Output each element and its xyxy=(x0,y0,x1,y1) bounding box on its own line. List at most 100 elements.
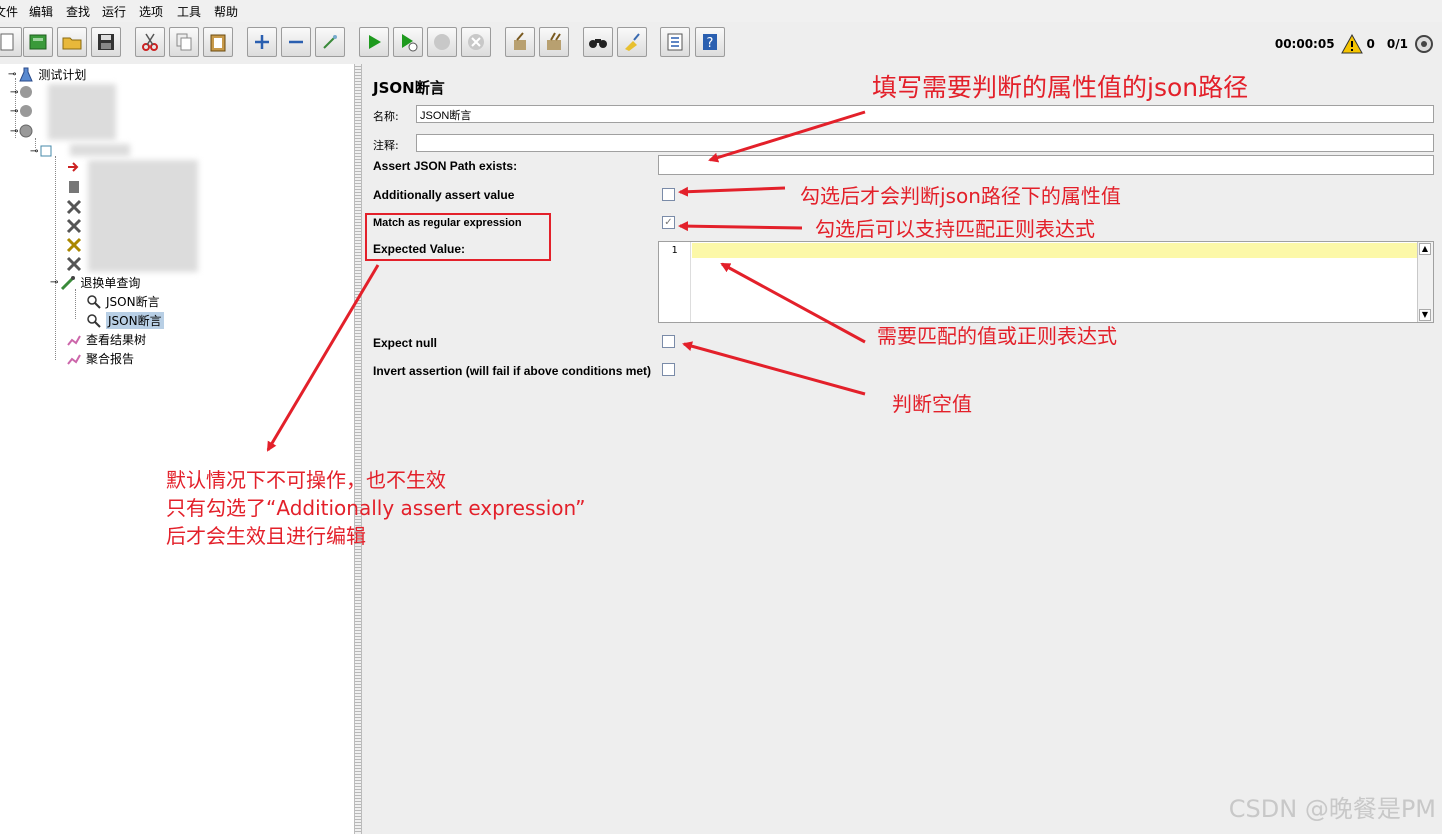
json-path-field[interactable] xyxy=(658,155,1434,175)
expect-null-checkbox[interactable] xyxy=(662,335,675,348)
reset-search-button[interactable] xyxy=(617,27,647,57)
annotation-highlight-box xyxy=(365,213,551,261)
match-regex-checkbox[interactable]: ✓ xyxy=(662,216,675,229)
tree-node-test-plan[interactable]: ⊸ 测试计划 xyxy=(8,66,86,83)
expand-toggle-icon[interactable]: ⊸ xyxy=(8,69,16,80)
clear-button[interactable] xyxy=(505,27,535,57)
reset-broom-icon xyxy=(625,33,640,51)
expect-null-label: Expect null xyxy=(373,336,438,350)
function-helper-button[interactable] xyxy=(660,27,690,57)
scroll-down-arrow-icon[interactable]: ▼ xyxy=(1419,309,1431,321)
magnifier-icon xyxy=(87,313,101,328)
elapsed-timer: 00:00:05 xyxy=(1274,37,1335,51)
tree-node-element[interactable] xyxy=(66,179,86,195)
tree-node-element[interactable] xyxy=(66,159,86,175)
menu-options[interactable]: 选项 xyxy=(139,3,163,20)
save-button[interactable] xyxy=(91,27,121,57)
magnifier-icon xyxy=(87,294,101,309)
annotation-json-path: 填写需要判断的属性值的json路径 xyxy=(872,73,1249,102)
toggle-button[interactable] xyxy=(315,27,345,57)
copy-button[interactable] xyxy=(169,27,199,57)
tree-node-thread-group[interactable]: ⊸ xyxy=(10,84,38,100)
tree-node-aggregate-report[interactable]: 聚合报告 xyxy=(66,350,134,367)
paste-button[interactable] xyxy=(203,27,233,57)
copy-icon xyxy=(176,33,192,51)
name-field[interactable]: JSON断言 xyxy=(416,105,1434,123)
tree-node-controller[interactable]: ⊸ xyxy=(30,143,58,159)
tree-node-element[interactable] xyxy=(66,256,86,272)
split-pane-divider[interactable] xyxy=(354,64,362,834)
chart-icon xyxy=(67,335,81,346)
redacted-area xyxy=(88,160,198,272)
comment-field[interactable] xyxy=(416,134,1434,152)
tree-node-json-assertion[interactable]: JSON断言 xyxy=(86,293,160,310)
tree-node-thread-group[interactable]: ⊸ xyxy=(10,103,38,119)
arrow-in-icon xyxy=(68,162,79,172)
new-button[interactable] xyxy=(0,27,22,57)
start-no-pause-button[interactable] xyxy=(393,27,423,57)
pipette-icon xyxy=(61,275,76,290)
menu-run[interactable]: 运行 xyxy=(102,3,126,20)
clear-all-button[interactable] xyxy=(539,27,569,57)
templates-button[interactable] xyxy=(23,27,53,57)
gear-icon xyxy=(19,124,33,138)
menu-tools[interactable]: 工具 xyxy=(177,3,201,20)
line-number-gutter: 1 xyxy=(659,242,691,322)
redacted-area xyxy=(70,144,130,156)
broom-icon xyxy=(514,32,526,50)
stop-button[interactable] xyxy=(427,27,457,57)
menu-search[interactable]: 查找 xyxy=(66,3,90,20)
help-button[interactable]: ? xyxy=(695,27,725,57)
start-button[interactable] xyxy=(359,27,389,57)
scissors-icon xyxy=(142,33,158,51)
tree-node-results-tree[interactable]: 查看结果树 xyxy=(66,331,146,348)
tree-node-json-assertion-selected[interactable]: JSON断言 xyxy=(86,312,164,329)
toolbar: ? 00:00:05 0 0/1 xyxy=(0,22,1442,65)
test-plan-tree[interactable]: ⊸ 测试计划 ⊸ ⊸ ⊸ ⊸ ⊸ 退换单查询 JSON断言 JSON断言 查看结… xyxy=(0,64,354,834)
collapse-button[interactable] xyxy=(281,27,311,57)
templates-icon xyxy=(29,34,47,50)
tools-icon xyxy=(66,237,82,253)
menu-edit[interactable]: 编辑 xyxy=(29,3,53,20)
paste-clipboard-icon xyxy=(210,34,226,52)
annotation-expected-value: 需要匹配的值或正则表达式 xyxy=(877,324,1117,348)
tree-node-element[interactable] xyxy=(66,199,86,215)
panel-title: JSON断言 xyxy=(373,79,445,97)
play-icon xyxy=(369,35,381,49)
tools-icon xyxy=(66,256,82,272)
warning-icon[interactable] xyxy=(1340,34,1363,54)
json-path-label: Assert JSON Path exists: xyxy=(373,159,518,173)
annotation-expect-null: 判断空值 xyxy=(892,392,972,416)
menu-file[interactable]: 文件 xyxy=(0,3,18,20)
watermark: CSDN @晚餐是PM xyxy=(1228,795,1436,823)
open-button[interactable] xyxy=(57,27,87,57)
tree-node-element[interactable] xyxy=(66,237,86,253)
scroll-up-arrow-icon[interactable]: ▲ xyxy=(1419,243,1431,255)
shutdown-button[interactable] xyxy=(461,27,491,57)
annotation-additionally: 勾选后才会判断json路径下的属性值 xyxy=(800,184,1121,208)
editor-scrollbar[interactable]: ▲ ▼ xyxy=(1417,242,1433,322)
additionally-assert-checkbox[interactable] xyxy=(662,188,675,201)
plus-icon xyxy=(255,35,269,49)
menu-bar: 文件 编辑 查找 运行 选项 工具 帮助 xyxy=(0,0,1442,22)
additionally-assert-label: Additionally assert value xyxy=(373,188,515,202)
cut-button[interactable] xyxy=(135,27,165,57)
tree-node-element[interactable] xyxy=(66,218,86,234)
tree-line xyxy=(75,289,76,319)
tools-icon xyxy=(66,199,82,215)
remote-icon[interactable] xyxy=(1414,34,1434,54)
redacted-area xyxy=(48,84,116,140)
save-disk-icon xyxy=(98,34,114,50)
search-button[interactable] xyxy=(583,27,613,57)
expand-toggle-icon[interactable]: ⊸ xyxy=(50,277,58,288)
tools-icon xyxy=(66,218,82,234)
help-question-icon: ? xyxy=(703,34,717,51)
expected-value-editor[interactable]: 1 ▲ ▼ xyxy=(658,241,1434,323)
expand-button[interactable] xyxy=(247,27,277,57)
document-icon xyxy=(69,181,79,193)
thread-count: 0/1 xyxy=(1386,37,1408,51)
tree-node-thread-group[interactable]: ⊸ xyxy=(10,123,38,139)
menu-help[interactable]: 帮助 xyxy=(214,3,238,20)
invert-assertion-checkbox[interactable] xyxy=(662,363,675,376)
tree-node-sampler[interactable]: ⊸ 退换单查询 xyxy=(50,274,140,291)
